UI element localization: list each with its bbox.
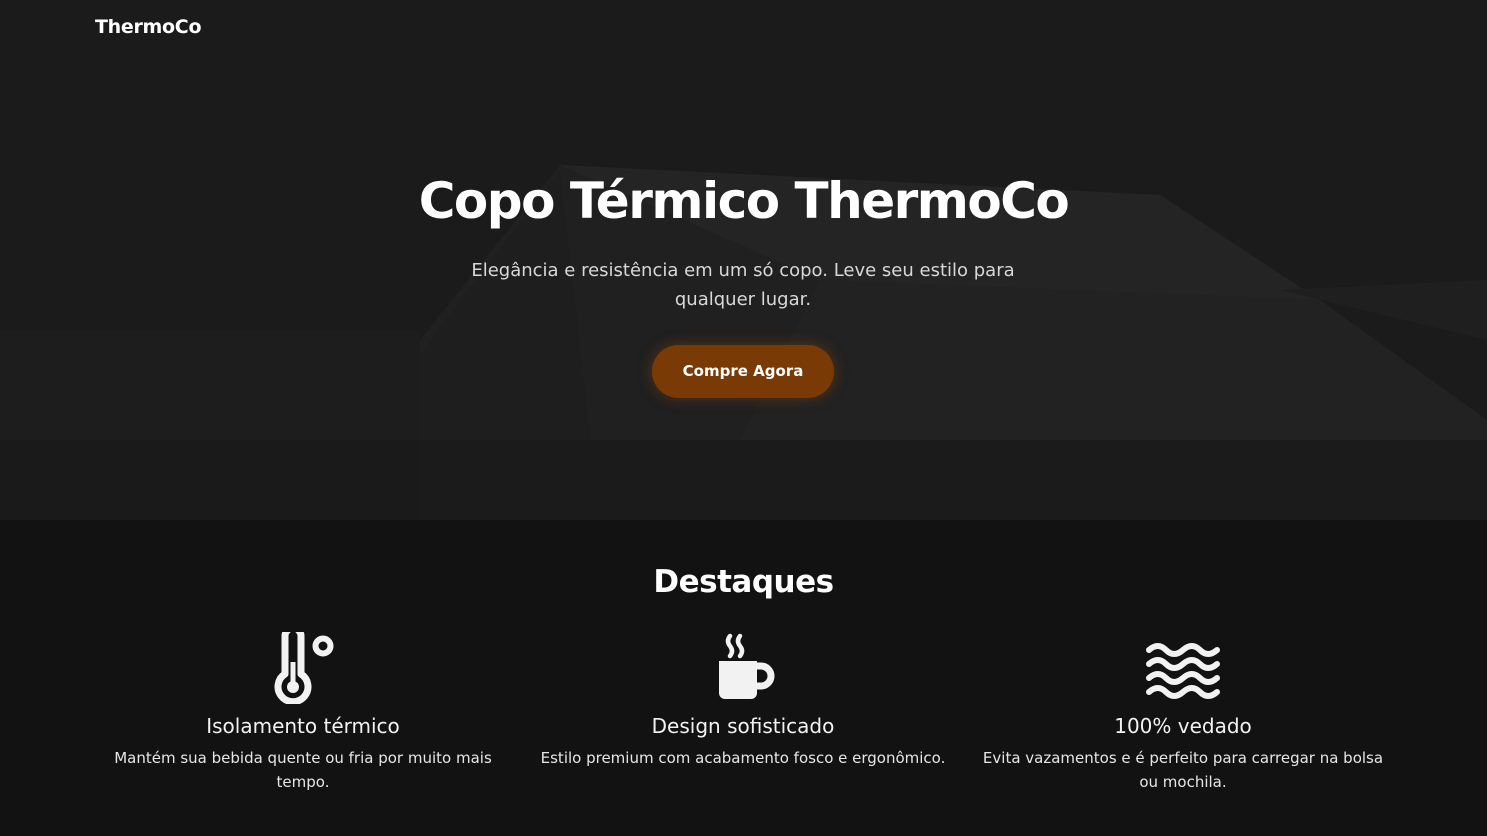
hero-title: Copo Térmico ThermoCo (418, 172, 1070, 230)
feature-title: Isolamento térmico (206, 714, 400, 738)
feature-description: Estilo premium com acabamento fosco e er… (540, 749, 946, 767)
highlights-title: Destaques (653, 564, 834, 600)
feature-thermal-insulation: Isolamento térmico Mantém sua bebida que… (83, 632, 523, 794)
hero-section: ThermoCo Copo Térmico ThermoCo Elegância… (0, 0, 1487, 520)
hero-subtitle: Elegância e resistência em um só copo. L… (471, 260, 1015, 310)
brand-logo[interactable]: ThermoCo (95, 16, 202, 38)
feature-title: 100% vedado (1114, 714, 1252, 738)
buy-now-button[interactable]: Compre Agora (652, 345, 834, 398)
feature-sealed: 100% vedado Evita vazamentos e é perfeit… (963, 632, 1403, 794)
thermometer-icon (274, 632, 334, 704)
feature-description: Mantém sua bebida quente ou fria por mui… (114, 749, 492, 791)
feature-description: Evita vazamentos e é perfeito para carre… (982, 749, 1384, 791)
feature-title: Design sofisticado (651, 714, 835, 738)
highlights-section: Destaques Isolamento térmico Mantém sua … (0, 520, 1487, 836)
hot-mug-icon (719, 633, 775, 699)
feature-sophisticated-design: Design sofisticado Estilo premium com ac… (523, 632, 963, 770)
water-waves-icon (1146, 643, 1220, 699)
